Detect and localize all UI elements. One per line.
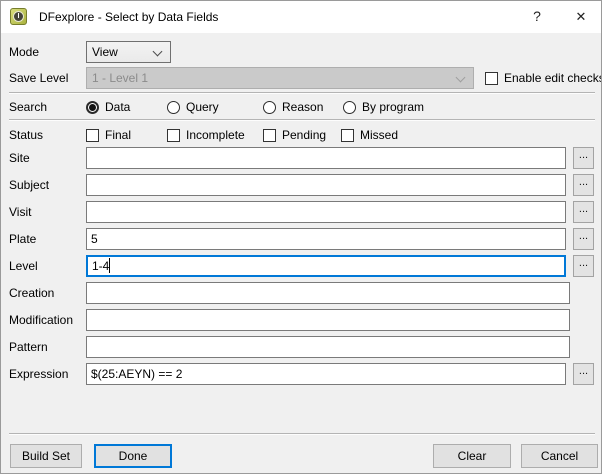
level-label: Level	[9, 259, 38, 273]
title-bar: DFexplore - Select by Data Fields ? ✕	[1, 1, 601, 33]
modification-input[interactable]	[86, 309, 570, 331]
close-button[interactable]: ✕	[565, 1, 597, 32]
mode-select[interactable]: View	[86, 41, 171, 63]
checkbox-incomplete[interactable]	[167, 128, 180, 142]
save-level-select: 1 - Level 1	[86, 67, 474, 89]
site-browse-button[interactable]: ...	[573, 147, 594, 169]
build-set-button[interactable]: Build Set	[10, 444, 82, 468]
separator	[9, 433, 595, 434]
field-row-pattern: Pattern	[1, 336, 601, 358]
visit-input[interactable]	[86, 201, 566, 223]
radio-reason-label: Reason	[282, 100, 324, 114]
expression-label: Expression	[9, 367, 69, 381]
field-row-creation: Creation	[1, 282, 601, 304]
checkbox-missed[interactable]	[341, 128, 354, 142]
dialog-window: DFexplore - Select by Data Fields ? ✕ Mo…	[0, 0, 602, 474]
status-option-pending: Pending	[263, 127, 326, 143]
radio-data[interactable]	[86, 100, 99, 114]
field-row-modification: Modification	[1, 309, 601, 331]
checkbox-missed-label: Missed	[360, 128, 399, 142]
clear-button[interactable]: Clear	[433, 444, 511, 468]
clock-hand	[18, 13, 19, 18]
text-cursor	[109, 258, 110, 273]
mode-label: Mode	[9, 45, 40, 59]
status-option-missed: Missed	[341, 127, 398, 143]
separator	[9, 92, 595, 93]
enable-edit-checks-label: Enable edit checks	[504, 71, 602, 85]
search-option-reason: Reason	[263, 99, 323, 115]
field-row-subject: Subject ...	[1, 174, 601, 196]
radio-data-label: Data	[105, 100, 131, 114]
dfexplore-app-icon	[10, 8, 27, 25]
checkbox-final-label: Final	[105, 128, 132, 142]
field-row-site: Site ...	[1, 147, 601, 169]
subject-browse-button[interactable]: ...	[573, 174, 594, 196]
visit-browse-button[interactable]: ...	[573, 201, 594, 223]
plate-browse-button[interactable]: ...	[573, 228, 594, 250]
field-row-expression: Expression ...	[1, 363, 601, 385]
search-option-data: Data	[86, 99, 130, 115]
site-input[interactable]	[86, 147, 566, 169]
search-label: Search	[9, 100, 48, 114]
pattern-label: Pattern	[9, 340, 48, 354]
pattern-input[interactable]	[86, 336, 570, 358]
field-row-visit: Visit ...	[1, 201, 601, 223]
help-button[interactable]: ?	[521, 1, 553, 32]
checkbox-incomplete-label: Incomplete	[186, 128, 245, 142]
mode-selected-value: View	[92, 45, 118, 59]
cancel-button[interactable]: Cancel	[521, 444, 598, 468]
checkbox-final[interactable]	[86, 128, 99, 142]
level-input[interactable]	[86, 255, 566, 277]
site-label: Site	[9, 151, 30, 165]
chevron-down-icon	[455, 72, 466, 83]
radio-by-program[interactable]	[343, 100, 356, 114]
field-row-plate: Plate ...	[1, 228, 601, 250]
expression-input[interactable]	[86, 363, 566, 385]
enable-edit-checks-option: Enable edit checks	[485, 70, 602, 86]
plate-label: Plate	[9, 232, 37, 246]
save-level-selected-value: 1 - Level 1	[92, 71, 149, 85]
radio-query[interactable]	[167, 100, 180, 114]
checkbox-pending-label: Pending	[282, 128, 327, 142]
done-button[interactable]: Done	[94, 444, 172, 468]
modification-label: Modification	[9, 313, 74, 327]
search-option-query: Query	[167, 99, 219, 115]
radio-by-program-label: By program	[362, 100, 425, 114]
creation-label: Creation	[9, 286, 55, 300]
creation-input[interactable]	[86, 282, 570, 304]
enable-edit-checks-checkbox[interactable]	[485, 71, 498, 85]
radio-query-label: Query	[186, 100, 219, 114]
checkbox-pending[interactable]	[263, 128, 276, 142]
radio-reason[interactable]	[263, 100, 276, 114]
plate-input[interactable]	[86, 228, 566, 250]
level-browse-button[interactable]: ...	[573, 255, 594, 277]
visit-label: Visit	[9, 205, 32, 219]
separator	[9, 119, 595, 120]
subject-input[interactable]	[86, 174, 566, 196]
expression-browse-button[interactable]: ...	[573, 363, 594, 385]
status-option-final: Final	[86, 127, 131, 143]
field-row-level: Level ...	[1, 255, 601, 277]
subject-label: Subject	[9, 178, 50, 192]
chevron-down-icon	[152, 46, 163, 57]
status-option-incomplete: Incomplete	[167, 127, 245, 143]
search-option-by-program: By program	[343, 99, 424, 115]
window-title: DFexplore - Select by Data Fields	[39, 10, 219, 24]
status-label: Status	[9, 128, 44, 142]
save-level-label: Save Level	[9, 71, 69, 85]
